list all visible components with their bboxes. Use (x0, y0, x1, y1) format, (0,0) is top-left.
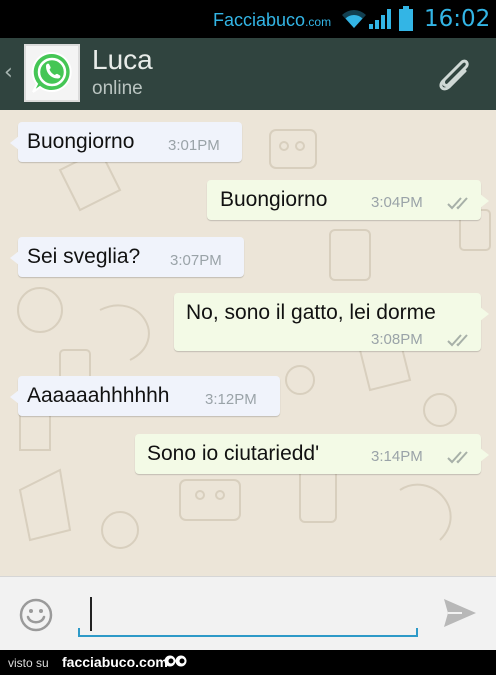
send-icon[interactable] (442, 597, 478, 629)
contact-avatar[interactable] (24, 44, 80, 102)
status-clock: 16:02 (424, 6, 491, 32)
whatsapp-icon (31, 51, 72, 93)
message-incoming[interactable]: Sei sveglia? 3:07PM (10, 237, 244, 277)
contact-name[interactable]: Luca (92, 44, 153, 76)
paperclip-icon[interactable] (432, 52, 476, 96)
composer-bar (0, 576, 496, 650)
message-input[interactable] (86, 597, 406, 631)
read-ticks-icon (447, 197, 468, 210)
status-bar: Facciabuco.com 16:02 (0, 0, 496, 38)
battery-icon (399, 6, 413, 31)
watermark-footer: visto su facciabuco.com (0, 650, 496, 675)
message-outgoing[interactable]: No, sono il gatto, lei dorme 3:08PM (174, 293, 489, 351)
message-text: No, sono il gatto, lei dorme (186, 301, 436, 324)
text-caret (90, 597, 92, 631)
message-incoming[interactable]: Aaaaaahhhhhh 3:12PM (10, 376, 280, 416)
chat-area[interactable]: Buongiorno 3:01PM Buongiorno 3:04PM Sei … (0, 110, 496, 576)
status-brand: Facciabuco.com (213, 10, 331, 31)
message-text: Buongiorno (220, 188, 328, 211)
chevron-left-icon[interactable]: ‹ (4, 60, 13, 85)
footer-visto-su: visto su (8, 656, 49, 670)
read-ticks-icon (447, 334, 468, 347)
signal-icon (369, 9, 391, 29)
message-text: Sei sveglia? (27, 245, 141, 268)
read-ticks-icon (447, 451, 468, 464)
message-time: 3:08PM (371, 331, 423, 348)
smiley-icon[interactable] (18, 597, 54, 633)
footer-site: facciabuco.com (62, 654, 168, 670)
message-incoming[interactable]: Buongiorno 3:01PM (10, 122, 242, 162)
contact-presence: online (92, 78, 143, 99)
message-text: Buongiorno (27, 130, 135, 153)
chat-header: ‹ Luca online (0, 38, 496, 110)
message-time: 3:04PM (371, 194, 423, 211)
eyes-logo-icon (164, 655, 187, 667)
message-input-field[interactable] (78, 595, 418, 637)
message-text: Aaaaaahhhhhh (27, 384, 170, 407)
message-outgoing[interactable]: Buongiorno 3:04PM (207, 180, 489, 220)
status-brand-name: Facciabuco (213, 10, 306, 30)
status-brand-suffix: .com (305, 15, 332, 29)
message-text: Sono io ciutariedd' (147, 442, 320, 465)
message-time: 3:01PM (168, 137, 220, 154)
message-time: 3:12PM (205, 391, 257, 408)
message-outgoing[interactable]: Sono io ciutariedd' 3:14PM (135, 434, 489, 474)
wifi-icon (342, 10, 366, 28)
message-time: 3:07PM (170, 252, 222, 269)
message-time: 3:14PM (371, 448, 423, 465)
